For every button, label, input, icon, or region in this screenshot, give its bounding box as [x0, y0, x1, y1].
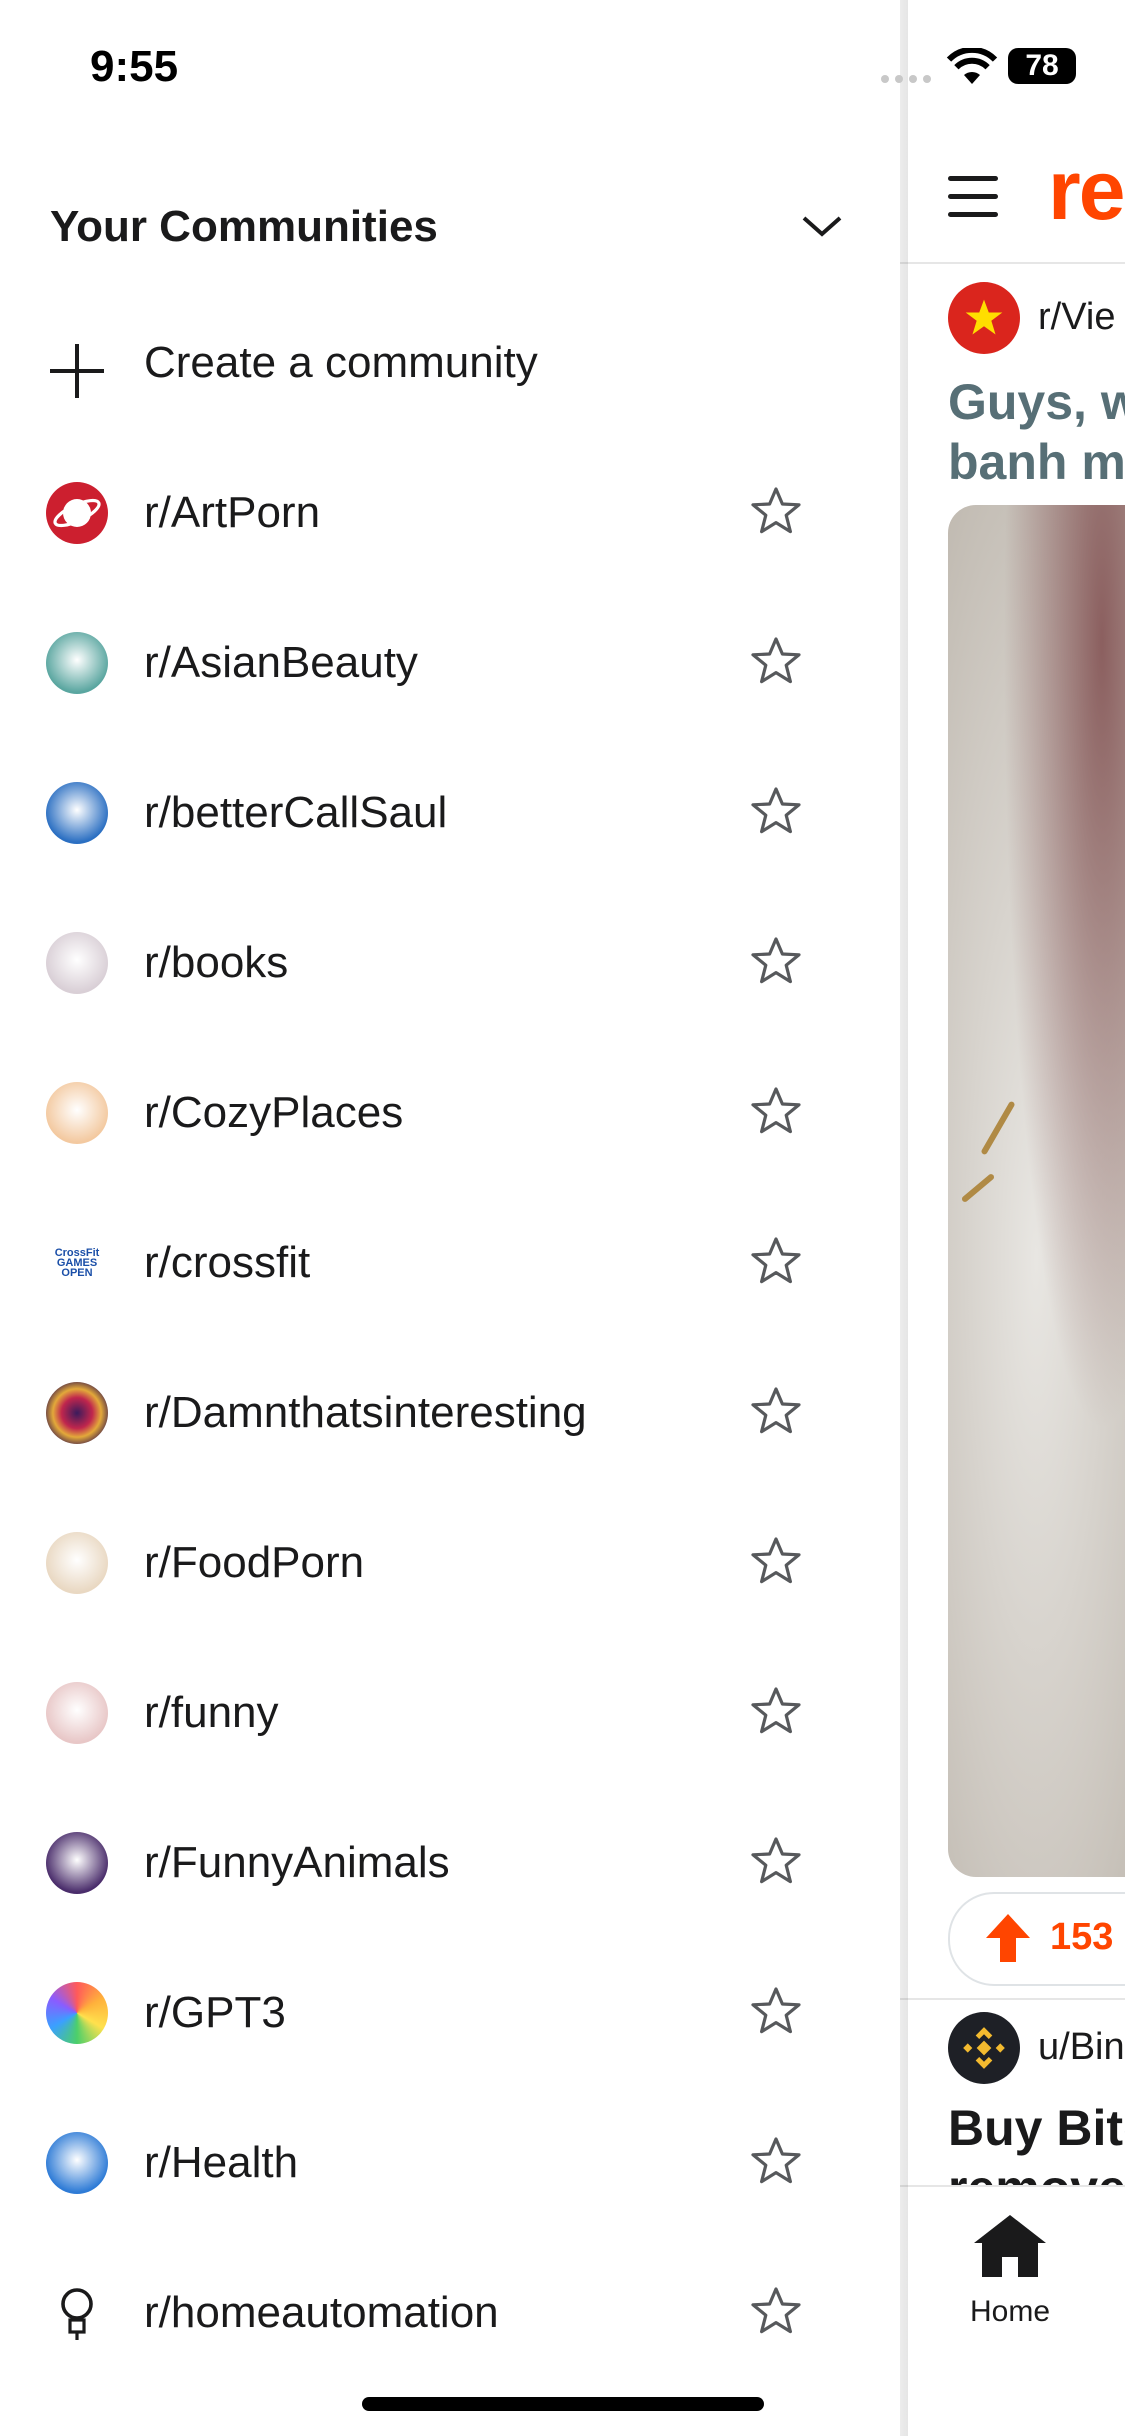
header-divider: [900, 262, 1125, 264]
chevron-down-icon[interactable]: [800, 212, 844, 240]
plus-icon: [50, 344, 104, 398]
vote-count: 153: [1050, 1916, 1114, 1958]
community-name: r/ArtPorn: [144, 488, 321, 537]
community-name: r/CozyPlaces: [144, 1088, 404, 1137]
lightbulb-icon: [46, 2282, 108, 2344]
create-community-button[interactable]: Create a community: [0, 300, 900, 430]
favorite-star-icon[interactable]: [750, 1236, 802, 1291]
community-item[interactable]: r/homeautomation: [0, 2238, 900, 2388]
favorite-star-icon[interactable]: [750, 786, 802, 841]
community-name: r/GPT3: [144, 1988, 286, 2037]
post-title[interactable]: Guys, w banh m: [948, 372, 1125, 492]
crossfit-games-icon: CrossFit GAMES OPEN: [46, 1232, 108, 1294]
favorite-star-icon[interactable]: [750, 1986, 802, 2041]
swirl-icon: [46, 1382, 108, 1444]
bee-icon: [46, 632, 108, 694]
home-indicator: [362, 2397, 764, 2411]
snoo-funny-icon: [46, 1682, 108, 1744]
community-item[interactable]: r/GPT3: [0, 1938, 900, 2088]
community-name: r/funny: [144, 1688, 279, 1737]
favorite-star-icon[interactable]: [750, 1836, 802, 1891]
community-name: r/betterCallSaul: [144, 788, 448, 837]
signal-icon: [881, 75, 931, 83]
saturn-icon: [46, 482, 108, 544]
post-divider: [900, 1998, 1125, 2000]
post-subreddit[interactable]: r/Vie: [1038, 296, 1115, 339]
status-time: 9:55: [90, 42, 179, 91]
favorite-star-icon[interactable]: [750, 1686, 802, 1741]
snoo-health-icon: [46, 2132, 108, 2194]
cozy-room-icon: [46, 1082, 108, 1144]
favorite-star-icon[interactable]: [750, 1536, 802, 1591]
community-item[interactable]: r/betterCallSaul: [0, 738, 900, 888]
community-name: r/Health: [144, 2138, 299, 2187]
community-item[interactable]: r/FoodPorn: [0, 1488, 900, 1638]
community-item[interactable]: r/AsianBeauty: [0, 588, 900, 738]
upvote-icon[interactable]: [984, 1912, 1032, 1964]
home-icon[interactable]: [972, 2213, 1048, 2279]
favorite-star-icon[interactable]: [750, 2286, 802, 2341]
communities-drawer: Your Communities Create a community r/Ar…: [0, 0, 900, 2436]
section-title: Your Communities: [50, 202, 438, 251]
create-community-label: Create a community: [144, 338, 538, 387]
souffle-icon: [46, 1532, 108, 1594]
openai-icon: [46, 1982, 108, 2044]
community-item[interactable]: r/Health: [0, 2088, 900, 2238]
community-name: r/crossfit: [144, 1238, 311, 1287]
saul-portrait-icon: [46, 782, 108, 844]
community-item[interactable]: r/Damnthatsinteresting: [0, 1338, 900, 1488]
book-icon: [46, 932, 108, 994]
vote-bar: 153: [948, 1892, 1125, 1986]
vietnam-flag-icon[interactable]: [948, 282, 1020, 354]
wifi-icon: [946, 48, 998, 84]
post-image[interactable]: [948, 505, 1125, 1877]
tab-home[interactable]: Home: [970, 2295, 1050, 2329]
community-name: r/Damnthatsinteresting: [144, 1388, 587, 1437]
bottom-tab-bar: Home: [900, 2185, 1125, 2436]
community-name: r/FoodPorn: [144, 1538, 365, 1587]
favorite-star-icon[interactable]: [750, 1086, 802, 1141]
community-item[interactable]: r/funny: [0, 1638, 900, 1788]
favorite-star-icon[interactable]: [750, 1386, 802, 1441]
favorite-star-icon[interactable]: [750, 2136, 802, 2191]
community-item[interactable]: r/FunnyAnimals: [0, 1788, 900, 1938]
community-name: r/homeautomation: [144, 2288, 499, 2337]
battery-icon: 78: [1008, 48, 1076, 84]
community-item[interactable]: CrossFit GAMES OPEN r/crossfit: [0, 1188, 900, 1338]
cat-icon: [46, 1832, 108, 1894]
community-item[interactable]: r/ArtPorn: [0, 438, 900, 588]
reddit-logo: re: [1048, 143, 1125, 237]
community-item[interactable]: r/CozyPlaces: [0, 1038, 900, 1188]
binance-icon[interactable]: [948, 2012, 1020, 2084]
favorite-star-icon[interactable]: [750, 936, 802, 991]
community-item[interactable]: r/books: [0, 888, 900, 1038]
menu-icon[interactable]: [948, 176, 998, 218]
community-name: r/AsianBeauty: [144, 638, 418, 687]
home-feed: re r/Vie Guys, w banh m 153 u/Bin Buy Bi…: [900, 0, 1125, 2436]
community-name: r/FunnyAnimals: [144, 1838, 450, 1887]
community-name: r/books: [144, 938, 289, 987]
favorite-star-icon[interactable]: [750, 486, 802, 541]
favorite-star-icon[interactable]: [750, 636, 802, 691]
ad-username[interactable]: u/Bin: [1038, 2026, 1125, 2069]
